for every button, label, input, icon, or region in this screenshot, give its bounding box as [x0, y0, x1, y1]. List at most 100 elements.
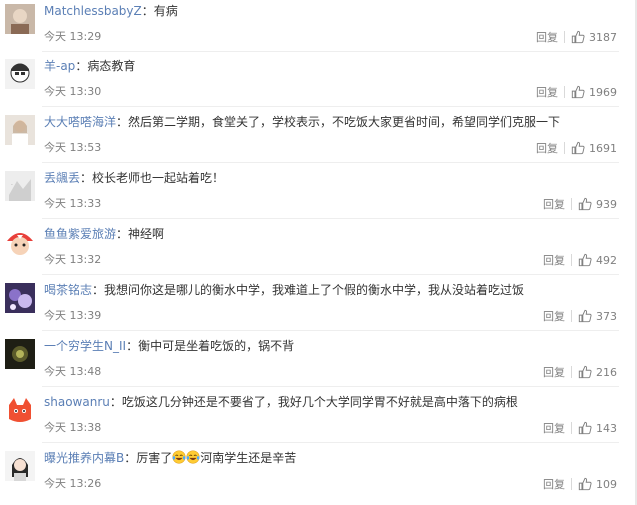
comment-timestamp: 今天 13:30 [44, 85, 102, 98]
comment-text: 我想问你这是哪儿的衡水中学，我难道上了个假的衡水中学，我从没站着吃过饭 [104, 283, 525, 297]
username-link[interactable]: 一个穷学生N_II [44, 339, 126, 353]
comment-item: 羊-ap：病态教育 今天 13:30 回复 1969 [0, 55, 637, 107]
action-divider [564, 142, 565, 154]
reply-button[interactable]: 回复 [543, 364, 565, 380]
reply-button[interactable]: 回复 [543, 308, 565, 324]
divider [42, 330, 619, 331]
comment-content: 鱼鱼紫爱旅游：神经啊 [44, 226, 617, 242]
thumbs-up-icon [578, 477, 592, 491]
comment-actions: 回复 492 [543, 252, 617, 268]
comment-item: 一个穷学生N_II：衡中可是坐着吃饭的，锅不背 今天 13:48 回复 216 [0, 335, 637, 387]
like-button[interactable]: 373 [578, 309, 617, 323]
comment-actions: 回复 1969 [536, 84, 617, 100]
comment-actions: 回复 109 [543, 476, 617, 492]
thumbs-up-icon [571, 141, 585, 155]
avatar[interactable] [5, 451, 35, 481]
username-link[interactable]: 丢飊丢 [44, 171, 80, 185]
like-button[interactable]: 143 [578, 421, 617, 435]
divider [42, 386, 619, 387]
reply-button[interactable]: 回复 [536, 140, 558, 156]
username-link[interactable]: shaowanru [44, 395, 110, 409]
comment-timestamp: 今天 13:48 [44, 365, 102, 378]
thumbs-up-icon [578, 197, 592, 211]
like-button[interactable]: 109 [578, 477, 617, 491]
divider [42, 162, 619, 163]
thumbs-up-icon [571, 30, 585, 44]
action-divider [571, 478, 572, 490]
avatar[interactable] [5, 227, 35, 257]
like-count: 1691 [589, 141, 617, 155]
comment-text: 校长老师也一起站着吃！ [92, 171, 225, 185]
comment-timestamp: 今天 13:53 [44, 141, 102, 154]
colon: ： [124, 451, 137, 465]
avatar[interactable] [5, 4, 35, 34]
comment-actions: 回复 373 [543, 308, 617, 324]
comment-item: shaowanru：吃饭这几分钟还是不要省了，我好几个大学同学胃不好就是高中落下… [0, 391, 637, 443]
avatar[interactable] [5, 339, 35, 369]
comment-item: 大大嗒嗒海洋：然后第二学期，食堂关了，学校表示，不吃饭大家更省时间，希望同学们克… [0, 111, 637, 163]
divider [42, 274, 619, 275]
divider [42, 51, 619, 52]
laughing-tears-emoji-icon [172, 450, 186, 464]
avatar[interactable]: . [5, 171, 35, 201]
comment-timestamp: 今天 13:38 [44, 421, 102, 434]
reply-button[interactable]: 回复 [536, 84, 558, 100]
colon: ： [126, 339, 139, 353]
comment-timestamp: 今天 13:33 [44, 197, 102, 210]
username-link[interactable]: 大大嗒嗒海洋 [44, 115, 116, 129]
comment-content: 丢飊丢：校长老师也一起站着吃！ [44, 170, 617, 186]
comment-text-before: 厉害了 [136, 451, 173, 465]
like-button[interactable]: 1969 [571, 85, 617, 99]
action-divider [571, 198, 572, 210]
comment-text: 然后第二学期，食堂关了，学校表示，不吃饭大家更省时间，希望同学们克服一下 [128, 115, 561, 129]
comment-content: 一个穷学生N_II：衡中可是坐着吃饭的，锅不背 [44, 338, 617, 354]
like-button[interactable]: 939 [578, 197, 617, 211]
comment-actions: 回复 939 [543, 196, 617, 212]
comment-text: 衡中可是坐着吃饭的，锅不背 [138, 339, 295, 353]
like-button[interactable]: 1691 [571, 141, 617, 155]
comment-content: shaowanru：吃饭这几分钟还是不要省了，我好几个大学同学胃不好就是高中落下… [44, 394, 617, 410]
like-count: 109 [596, 477, 617, 491]
divider [42, 106, 619, 107]
avatar[interactable] [5, 115, 35, 145]
username-link[interactable]: 鱼鱼紫爱旅游 [44, 227, 116, 241]
reply-button[interactable]: 回复 [543, 476, 565, 492]
like-count: 1969 [589, 85, 617, 99]
reply-button[interactable]: 回复 [543, 252, 565, 268]
comment-actions: 回复 143 [543, 420, 617, 436]
colon: ： [109, 395, 122, 409]
divider [42, 442, 619, 443]
divider [42, 218, 619, 219]
comment-content: 大大嗒嗒海洋：然后第二学期，食堂关了，学校表示，不吃饭大家更省时间，希望同学们克… [44, 114, 617, 130]
like-count: 143 [596, 421, 617, 435]
comment-timestamp: 今天 13:29 [44, 30, 102, 43]
username-link[interactable]: 喝茶铭志 [44, 283, 92, 297]
comment-actions: 回复 3187 [536, 29, 617, 45]
like-button[interactable]: 216 [578, 365, 617, 379]
colon: ： [141, 4, 154, 18]
thumbs-up-icon [578, 421, 592, 435]
comment-actions: 回复 216 [543, 364, 617, 380]
username-link[interactable]: 曝光推养内幕B [44, 451, 124, 465]
comment-item: 鱼鱼紫爱旅游：神经啊 今天 13:32 回复 492 [0, 223, 637, 275]
colon: ： [75, 59, 88, 73]
like-count: 939 [596, 197, 617, 211]
avatar[interactable] [5, 283, 35, 313]
comment-timestamp: 今天 13:26 [44, 477, 102, 490]
reply-button[interactable]: 回复 [543, 420, 565, 436]
like-button[interactable]: 3187 [571, 30, 617, 44]
thumbs-up-icon [578, 365, 592, 379]
comment-text: 神经啊 [128, 227, 165, 241]
thumbs-up-icon [578, 253, 592, 267]
username-link[interactable]: 羊-ap [44, 59, 75, 73]
reply-button[interactable]: 回复 [536, 29, 558, 45]
comment-actions: 回复 1691 [536, 140, 617, 156]
avatar[interactable] [5, 59, 35, 89]
username-link[interactable]: MatchlessbabyZ [44, 4, 142, 18]
like-button[interactable]: 492 [578, 253, 617, 267]
avatar[interactable] [5, 395, 35, 425]
action-divider [571, 254, 572, 266]
comment-timestamp: 今天 13:39 [44, 309, 102, 322]
colon: ： [116, 227, 129, 241]
reply-button[interactable]: 回复 [543, 196, 565, 212]
